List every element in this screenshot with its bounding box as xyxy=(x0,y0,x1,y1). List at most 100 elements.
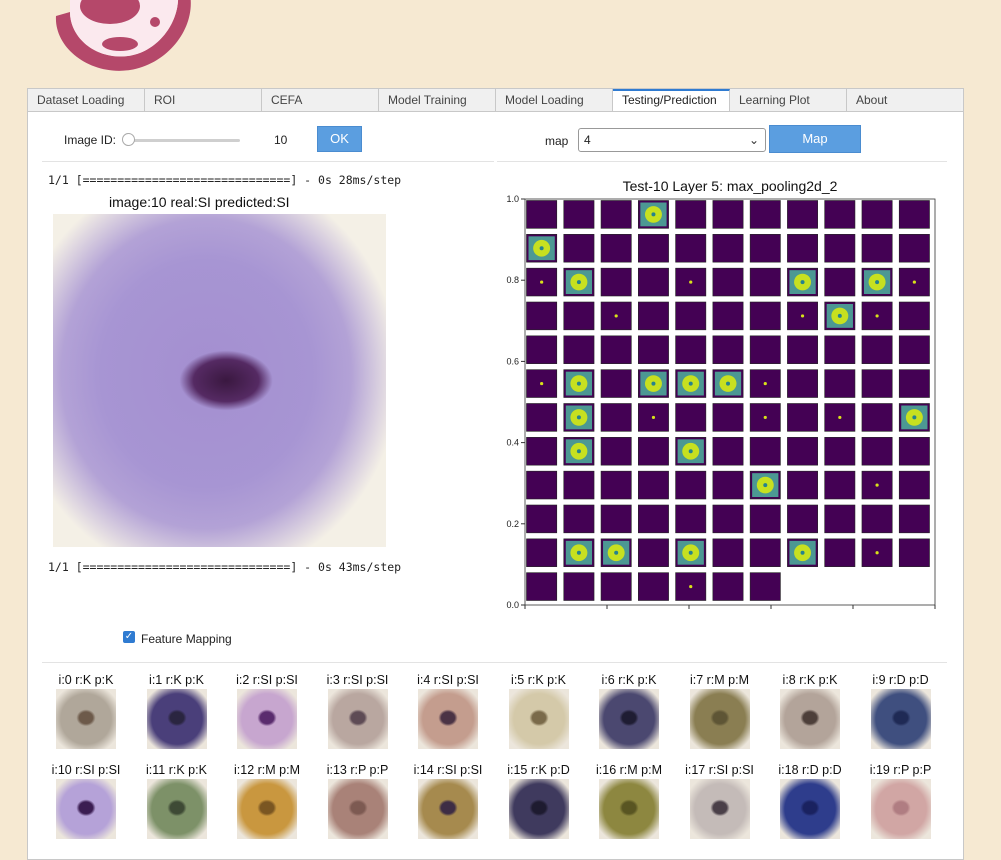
thumbnail-image[interactable] xyxy=(418,689,478,749)
feature-map-92 xyxy=(675,470,707,500)
feature-map-49 xyxy=(712,335,744,364)
feature-map-20 xyxy=(861,234,893,263)
thumbnail-image[interactable] xyxy=(508,689,569,749)
feature-map-76-center xyxy=(912,415,917,420)
feature-map-72-spot xyxy=(763,415,767,420)
tab-model-loading[interactable]: Model Loading xyxy=(496,89,613,111)
feature-map-95 xyxy=(787,470,818,500)
tab-roi[interactable]: ROI xyxy=(145,89,262,111)
feature-map-85 xyxy=(824,437,856,466)
x-tick-label-0: 0.0 xyxy=(519,612,532,613)
tab-testing-prediction[interactable]: Testing/Prediction xyxy=(613,89,730,111)
feature-map-9 xyxy=(861,200,893,229)
feature-map-113 xyxy=(638,538,669,567)
feature-map-110 xyxy=(526,538,558,567)
thumbnail-image[interactable] xyxy=(689,779,750,839)
image-id-slider-track[interactable] xyxy=(128,139,240,142)
feature-map-104 xyxy=(712,504,744,534)
x-tick-label-2: 0.4 xyxy=(683,612,696,613)
y-tick-label-3: 0.6 xyxy=(506,356,519,366)
feature-map-15 xyxy=(675,234,707,263)
thumbnail-caption: i:6 r:K p:K xyxy=(601,673,657,687)
feature-map-5 xyxy=(712,200,744,229)
cell-image xyxy=(53,214,386,547)
feature-mapping-label: Feature Mapping xyxy=(141,632,232,646)
feature-map-96 xyxy=(824,470,856,500)
feature-map-118 xyxy=(824,538,856,567)
image-id-slider-handle[interactable] xyxy=(122,133,135,146)
feature-map-97-spot xyxy=(875,483,879,487)
thumbnail-image[interactable] xyxy=(327,689,388,749)
y-tick-label-0: 0.0 xyxy=(506,600,519,610)
feature-map-81-center xyxy=(688,449,693,454)
feature-map-27 xyxy=(712,267,744,297)
ok-button[interactable]: OK xyxy=(317,126,362,152)
chevron-down-icon: ⌄ xyxy=(748,133,759,147)
feature-map-7 xyxy=(787,200,818,229)
tab-bar: Dataset Loading ROI CEFA Model Training … xyxy=(28,89,963,112)
thumbnail-caption: i:2 r:SI p:SI xyxy=(236,673,298,687)
feature-map-54 xyxy=(898,335,930,364)
thumbnail-image[interactable] xyxy=(780,689,840,749)
feature-map-24 xyxy=(600,267,632,297)
thumbnail-image[interactable] xyxy=(56,779,116,839)
thumbnail-caption: i:4 r:SI p:SI xyxy=(417,673,479,687)
thumbnail-image[interactable] xyxy=(689,689,750,749)
tab-dataset-loading[interactable]: Dataset Loading xyxy=(28,89,145,111)
thumbnail-caption: i:9 r:D p:D xyxy=(872,673,929,687)
thumbnail-image[interactable] xyxy=(327,779,388,839)
image-id-value: 10 xyxy=(274,133,288,147)
feature-map-84 xyxy=(787,437,818,466)
tab-learning-plot[interactable]: Learning Plot xyxy=(730,89,847,111)
tab-about[interactable]: About xyxy=(847,89,961,111)
feature-map-105 xyxy=(749,504,781,534)
feature-map-61-spot xyxy=(763,381,767,386)
thumbnail-image[interactable] xyxy=(599,689,659,749)
feature-map-106 xyxy=(787,504,818,534)
feature-map-6 xyxy=(749,200,781,229)
feature-map-14 xyxy=(638,234,669,263)
thumbnail-image[interactable] xyxy=(870,689,931,749)
feature-map-119-spot xyxy=(875,551,879,555)
feature-map-22-spot xyxy=(540,280,544,284)
feature-map-60-center xyxy=(726,381,730,386)
thumbnail-image[interactable] xyxy=(418,779,478,839)
feature-map-62 xyxy=(787,369,818,398)
feature-map-89 xyxy=(563,470,595,500)
feature-map-120 xyxy=(898,538,930,567)
feature-map-59-center xyxy=(688,381,693,386)
feature-map-46 xyxy=(600,335,632,364)
image-id-label: Image ID: xyxy=(64,133,117,147)
feature-map-69-spot xyxy=(651,415,656,420)
feature-map-50 xyxy=(749,335,781,364)
thumbnail-image[interactable] xyxy=(146,689,207,749)
thumbnail-image[interactable] xyxy=(56,689,116,749)
map-select[interactable]: 4 ⌄ xyxy=(578,128,766,152)
thumbnail-image[interactable] xyxy=(870,779,931,839)
feature-map-103 xyxy=(675,504,707,534)
feature-map-74-spot xyxy=(838,415,842,420)
thumbnail-image[interactable] xyxy=(508,779,569,839)
y-tick-label-2: 0.4 xyxy=(506,438,519,448)
feature-map-112-center xyxy=(614,550,619,555)
y-tick-label-4: 0.8 xyxy=(506,275,519,285)
thumbnail-caption: i:10 r:SI p:SI xyxy=(51,763,121,777)
feature-map-125-spot xyxy=(689,584,693,589)
thumbnail-caption: i:1 r:K p:K xyxy=(149,673,204,687)
feature-map-107 xyxy=(824,504,856,534)
tab-cefa[interactable]: CEFA xyxy=(262,89,379,111)
feature-map-23-center xyxy=(576,280,581,285)
feature-map-45 xyxy=(563,335,595,364)
thumbnail-image[interactable] xyxy=(237,689,297,749)
thumbnail-image[interactable] xyxy=(599,779,659,839)
feature-mapping-checkbox[interactable]: ✓ xyxy=(123,631,135,643)
thumbnail-image[interactable] xyxy=(780,779,840,839)
tab-model-training[interactable]: Model Training xyxy=(379,89,496,111)
feature-map-29-center xyxy=(800,280,805,285)
thumbnail-image[interactable] xyxy=(237,779,297,839)
map-button[interactable]: Map xyxy=(769,125,861,153)
thumbnail-image[interactable] xyxy=(146,779,207,839)
feature-map-79 xyxy=(600,437,632,466)
feature-map-93 xyxy=(712,470,744,500)
feature-map-124 xyxy=(638,572,669,601)
